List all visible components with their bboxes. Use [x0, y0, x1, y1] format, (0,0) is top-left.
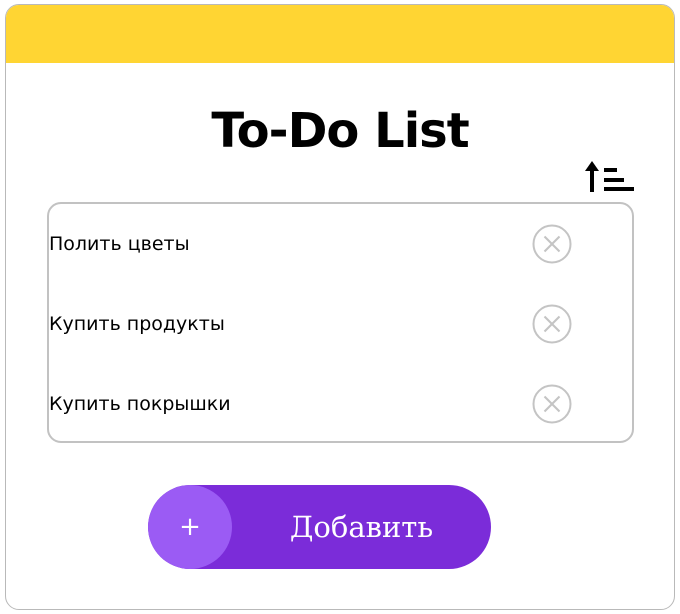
- add-button-label: Добавить: [289, 510, 434, 544]
- task-item: Купить продукты: [49, 294, 632, 354]
- delete-task-button[interactable]: [532, 224, 572, 264]
- app-window: To-Do List Полить цветы Купить продукты: [5, 4, 675, 610]
- page-title: To-Do List: [211, 103, 469, 159]
- task-text: Полить цветы: [49, 233, 190, 255]
- task-list: Полить цветы Купить продукты Купить покр…: [47, 202, 634, 443]
- task-text: Купить продукты: [49, 313, 225, 335]
- sort-ascending-icon: [585, 161, 634, 192]
- close-circle-icon: [532, 384, 572, 424]
- task-text: Купить покрышки: [49, 393, 231, 415]
- close-circle-icon: [532, 304, 572, 344]
- delete-task-button[interactable]: [532, 304, 572, 344]
- sort-button[interactable]: [584, 161, 636, 195]
- add-task-button[interactable]: + Добавить: [148, 485, 491, 569]
- task-item: Купить покрышки: [49, 374, 632, 434]
- header-bar: [6, 5, 674, 63]
- close-circle-icon: [532, 224, 572, 264]
- delete-task-button[interactable]: [532, 384, 572, 424]
- task-item: Полить цветы: [49, 214, 632, 274]
- plus-icon: +: [148, 485, 232, 569]
